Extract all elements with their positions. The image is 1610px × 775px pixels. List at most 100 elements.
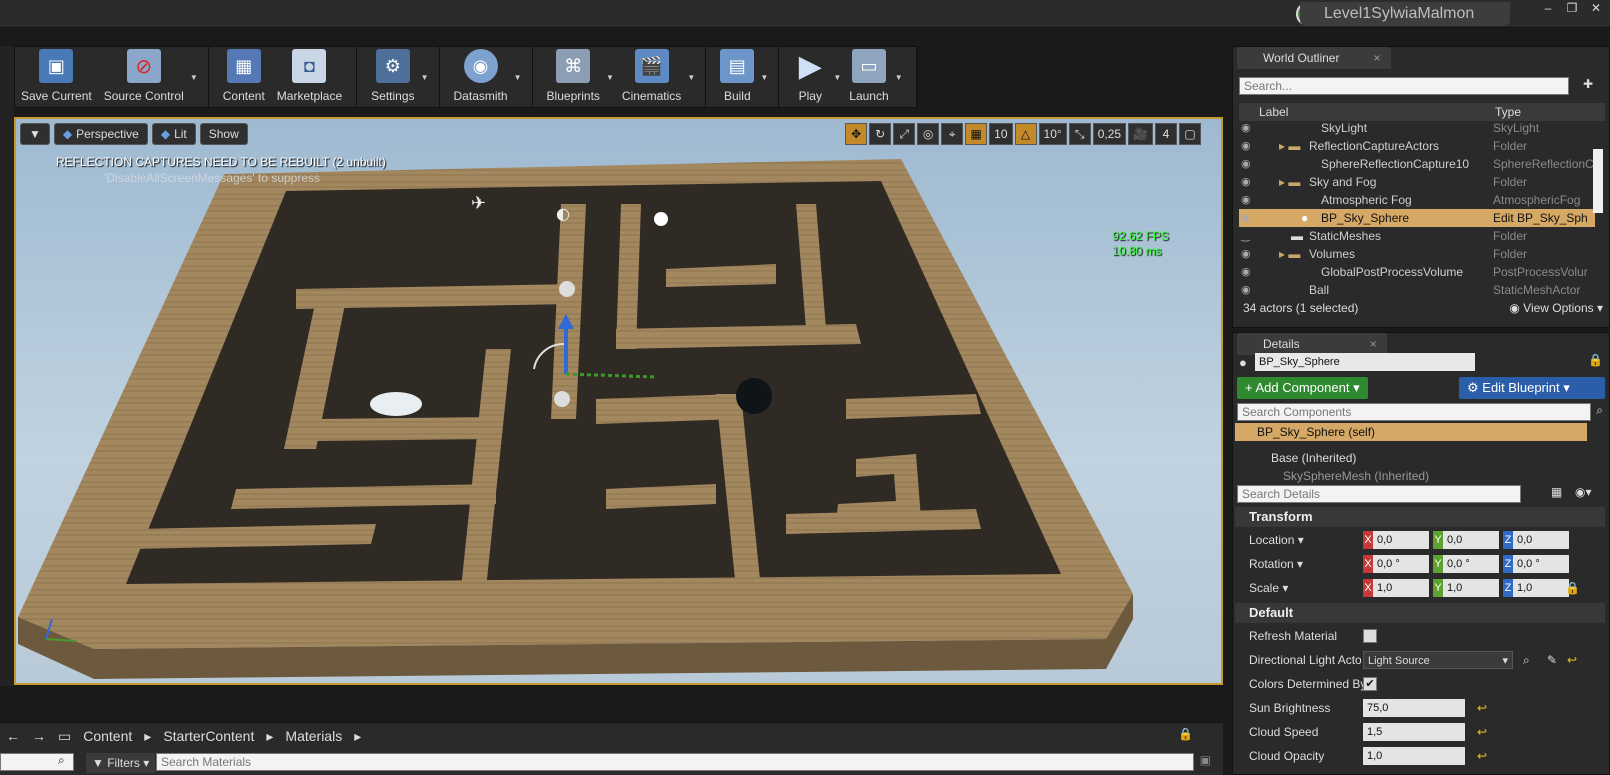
perspective-button[interactable]: ◆ Perspective: [53, 123, 148, 145]
close-icon[interactable]: ×: [1373, 51, 1380, 65]
chevron-right-icon[interactable]: ▸: [144, 728, 151, 745]
forward-arrow-icon[interactable]: →: [32, 728, 46, 744]
eye-icon[interactable]: ◉▾: [1575, 485, 1592, 499]
eye-icon[interactable]: ◉: [1241, 137, 1251, 155]
scale-mode-icon[interactable]: ⤢: [893, 123, 916, 145]
add-component-button[interactable]: + Add Component ▾: [1237, 377, 1368, 399]
list-item[interactable]: ◉ Atmospheric Fog AtmosphericFog: [1239, 191, 1595, 209]
type-column-header[interactable]: Type: [1495, 103, 1521, 121]
rotation-snap-icon[interactable]: △: [1014, 123, 1037, 145]
eye-icon[interactable]: ◉: [1241, 209, 1251, 227]
rotation-z-input[interactable]: 0,0 °: [1513, 555, 1569, 573]
rotation-label[interactable]: Rotation ▾: [1249, 557, 1303, 571]
show-button[interactable]: Show: [199, 123, 248, 145]
eye-icon[interactable]: ◉: [1241, 245, 1251, 263]
chevron-down-icon[interactable]: ▼: [514, 73, 522, 82]
content-button[interactable]: ▦ Content: [217, 47, 271, 107]
surface-snap-icon[interactable]: ⌖: [941, 123, 964, 145]
location-x-input[interactable]: 0,0: [1373, 531, 1429, 549]
rotation-snap-value[interactable]: 10°: [1038, 123, 1067, 145]
refresh-material-checkbox[interactable]: [1363, 629, 1377, 643]
sun-brightness-input[interactable]: 75,0: [1363, 699, 1465, 717]
lit-button[interactable]: ◆ Lit: [151, 123, 196, 145]
search-details-input[interactable]: Search Details: [1237, 485, 1521, 503]
reset-icon[interactable]: ↩: [1477, 725, 1487, 739]
list-item[interactable]: ◉ Ball StaticMeshActor: [1239, 281, 1595, 295]
grid-snap-value[interactable]: 10: [989, 123, 1013, 145]
cloud-opacity-input[interactable]: 1,0: [1363, 747, 1465, 765]
scale-y-input[interactable]: 1,0: [1443, 579, 1499, 597]
crumb-materials[interactable]: Materials: [285, 728, 342, 744]
location-y-input[interactable]: 0,0: [1443, 531, 1499, 549]
chevron-right-icon[interactable]: ▸: [354, 728, 361, 745]
translate-mode-icon[interactable]: ✥: [845, 123, 868, 145]
datasmith-button[interactable]: ◉ Datasmith ▼: [448, 47, 522, 107]
rotation-y-input[interactable]: 0,0 °: [1443, 555, 1499, 573]
eye-icon[interactable]: ◉: [1241, 281, 1251, 295]
level-viewport[interactable]: ✈ ◐ ▼ ◆ Perspective ◆ Lit Show ✥ ↻ ⤢ ◎ ⌖ ▦…: [14, 117, 1223, 685]
filters-button[interactable]: ▼ Filters ▾: [86, 753, 156, 773]
rotate-mode-icon[interactable]: ↻: [869, 123, 892, 145]
chevron-down-icon[interactable]: ▼: [421, 73, 429, 82]
search-materials-input[interactable]: Search Materials: [156, 753, 1194, 771]
search-icon[interactable]: ⌕: [1523, 653, 1530, 668]
scale-snap-icon[interactable]: ⤡: [1068, 123, 1091, 145]
list-item[interactable]: ◉ SkyLight SkyLight: [1239, 121, 1595, 137]
eye-icon[interactable]: ◉: [1241, 155, 1251, 173]
directional-light-select[interactable]: Light Source ▾: [1363, 651, 1513, 669]
list-item[interactable]: ◉ SphereReflectionCapture10 SphereReflecti…: [1239, 155, 1595, 173]
add-actor-icon[interactable]: ✚: [1583, 77, 1593, 91]
eye-icon[interactable]: ‿: [1241, 227, 1250, 245]
chevron-down-icon[interactable]: ▼: [687, 73, 695, 82]
location-z-input[interactable]: 0,0: [1513, 531, 1569, 549]
chevron-right-icon[interactable]: ▸: [266, 728, 273, 745]
chevron-down-icon[interactable]: ▼: [895, 73, 903, 82]
lock-icon[interactable]: 🔒: [1178, 727, 1193, 741]
close-icon[interactable]: ✕: [1586, 2, 1606, 16]
play-button[interactable]: ▶ Play ▼: [787, 47, 842, 107]
lock-icon[interactable]: 🔒: [1565, 581, 1580, 595]
close-icon[interactable]: ×: [1370, 337, 1377, 351]
camera-speed-value[interactable]: 4: [1155, 123, 1177, 145]
save-search-icon[interactable]: ▣: [1200, 753, 1211, 767]
list-item[interactable]: ‿ ▬ StaticMeshes Folder: [1239, 227, 1595, 245]
eye-icon[interactable]: ◉: [1241, 173, 1251, 191]
actor-name-field[interactable]: BP_Sky_Sphere: [1255, 353, 1475, 371]
component-self[interactable]: BP_Sky_Sphere (self): [1235, 423, 1587, 441]
scale-snap-value[interactable]: 0,25: [1092, 123, 1127, 145]
reset-icon[interactable]: ↩: [1567, 653, 1577, 667]
outliner-search-input[interactable]: Search...: [1239, 77, 1569, 95]
marketplace-button[interactable]: ◘ Marketplace: [271, 47, 348, 107]
crumb-content[interactable]: Content: [83, 728, 132, 744]
maximize-viewport-icon[interactable]: ▢: [1179, 123, 1201, 145]
chevron-down-icon[interactable]: ▼: [606, 73, 614, 82]
world-local-icon[interactable]: ◎: [917, 123, 940, 145]
search-components-input[interactable]: Search Components: [1237, 403, 1591, 421]
list-item[interactable]: ◉ ▸ ▬ Sky and Fog Folder: [1239, 173, 1595, 191]
list-item[interactable]: ◉ ▸ ▬ ReflectionCaptureActors Folder: [1239, 137, 1595, 155]
label-column-header[interactable]: Label: [1259, 103, 1288, 121]
edit-blueprint-link[interactable]: Edit BP_Sky_Sph: [1493, 209, 1593, 227]
property-matrix-icon[interactable]: ▦: [1551, 485, 1562, 499]
component-mesh[interactable]: SkySphereMesh (Inherited): [1235, 467, 1587, 485]
viewport-menu-button[interactable]: ▼: [20, 123, 50, 145]
cinematics-button[interactable]: 🎬 Cinematics ▼: [616, 47, 695, 107]
cloud-speed-input[interactable]: 1,5: [1363, 723, 1465, 741]
blueprints-button[interactable]: ⌘ Blueprints ▼: [541, 47, 614, 107]
camera-speed-icon[interactable]: 🎥: [1128, 123, 1153, 145]
default-section[interactable]: Default: [1235, 603, 1605, 623]
component-base[interactable]: Base (Inherited): [1235, 449, 1587, 467]
chevron-down-icon[interactable]: ▼: [190, 73, 198, 82]
tab-details[interactable]: Details ×: [1237, 333, 1387, 355]
location-label[interactable]: Location ▾: [1249, 533, 1304, 547]
transform-section[interactable]: Transform: [1235, 507, 1605, 527]
outliner-scrollbar[interactable]: [1593, 149, 1603, 213]
chevron-down-icon[interactable]: ▼: [833, 73, 841, 82]
launch-button[interactable]: ▭ Launch ▼: [843, 47, 903, 107]
settings-button[interactable]: ⚙ Settings ▼: [365, 47, 429, 107]
list-item-selected[interactable]: ◉ ● BP_Sky_Sphere Edit BP_Sky_Sph: [1239, 209, 1595, 227]
picker-icon[interactable]: ✎: [1547, 653, 1557, 667]
chevron-down-icon[interactable]: ▼: [760, 73, 768, 82]
eye-icon[interactable]: ◉: [1241, 263, 1251, 281]
restore-icon[interactable]: ❐: [1562, 2, 1582, 16]
